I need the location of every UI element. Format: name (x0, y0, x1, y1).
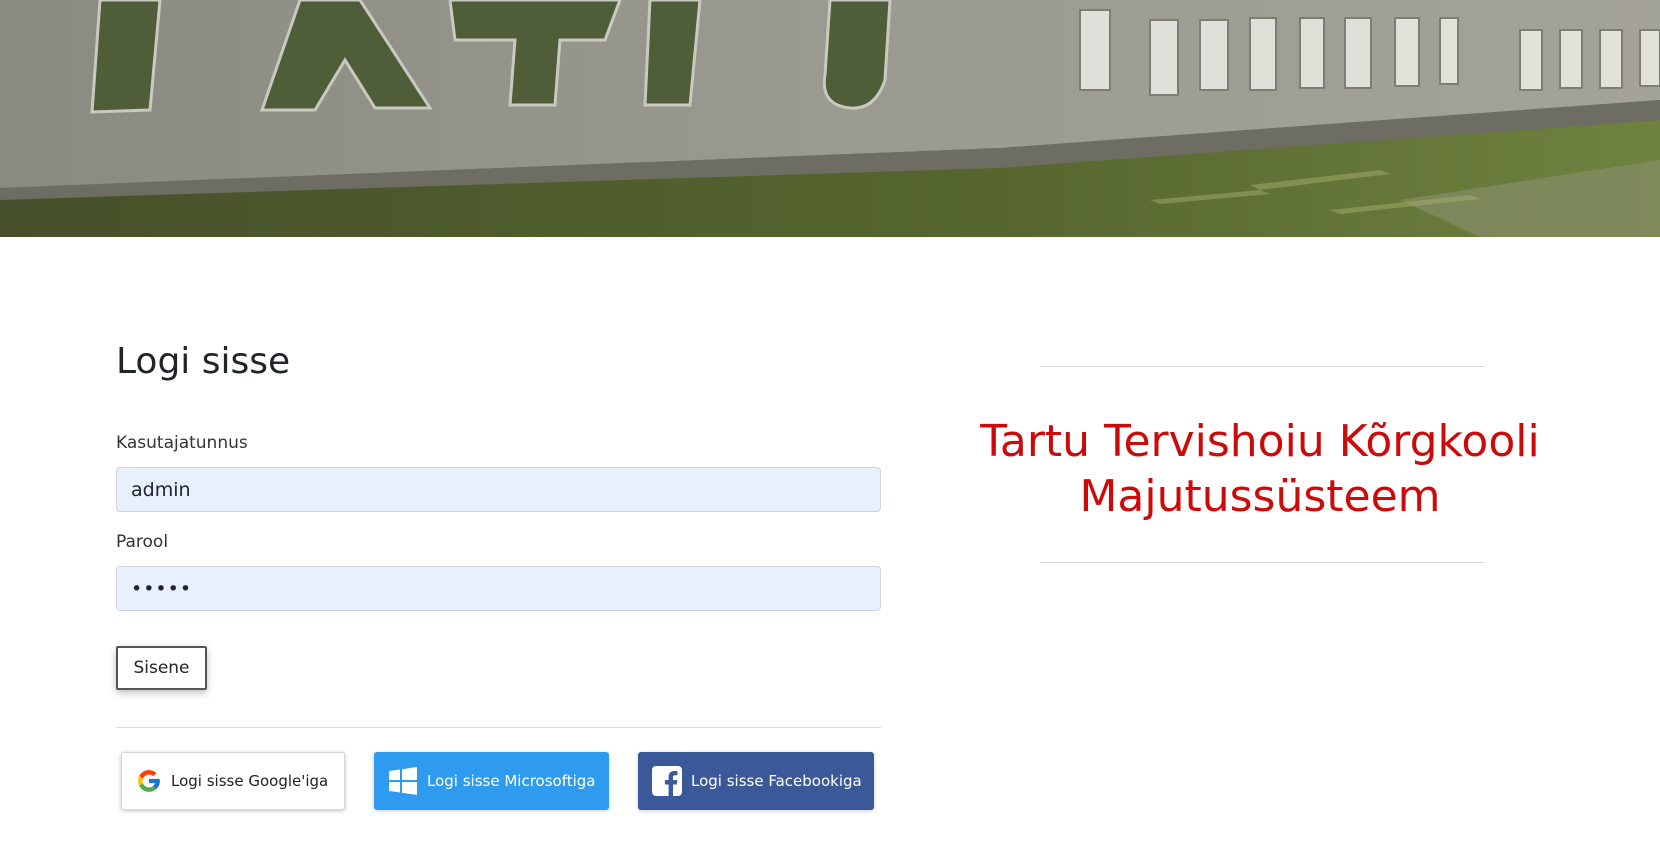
system-title-line2: Majutussüsteem (1079, 471, 1441, 522)
microsoft-login-label: Logi sisse Microsoftiga (427, 772, 596, 790)
system-title-line1: Tartu Tervishoiu Kõrgkooli (980, 416, 1540, 467)
password-input[interactable] (116, 566, 881, 611)
login-form: Logi sisse Kasutajatunnus Parool Sisene … (116, 340, 881, 810)
system-title: Tartu Tervishoiu Kõrgkooli Majutussüstee… (960, 414, 1560, 524)
username-label: Kasutajatunnus (116, 433, 248, 453)
facebook-login-button[interactable]: Logi sisse Facebookiga (638, 752, 874, 810)
submit-button[interactable]: Sisene (116, 646, 207, 690)
divider (1040, 366, 1485, 367)
google-g-icon (136, 768, 162, 794)
microsoft-login-button[interactable]: Logi sisse Microsoftiga (374, 752, 609, 810)
windows-icon (388, 766, 418, 796)
login-heading: Logi sisse (116, 341, 291, 382)
username-input[interactable] (116, 467, 881, 512)
hero-banner (0, 0, 1660, 237)
divider (116, 727, 881, 728)
google-login-label: Logi sisse Google'iga (171, 772, 329, 790)
hero-photo (0, 0, 1660, 237)
facebook-f-icon (652, 766, 682, 796)
facebook-login-label: Logi sisse Facebookiga (691, 772, 862, 790)
divider (1040, 562, 1485, 563)
password-label: Parool (116, 532, 169, 552)
google-login-button[interactable]: Logi sisse Google'iga (121, 752, 345, 810)
